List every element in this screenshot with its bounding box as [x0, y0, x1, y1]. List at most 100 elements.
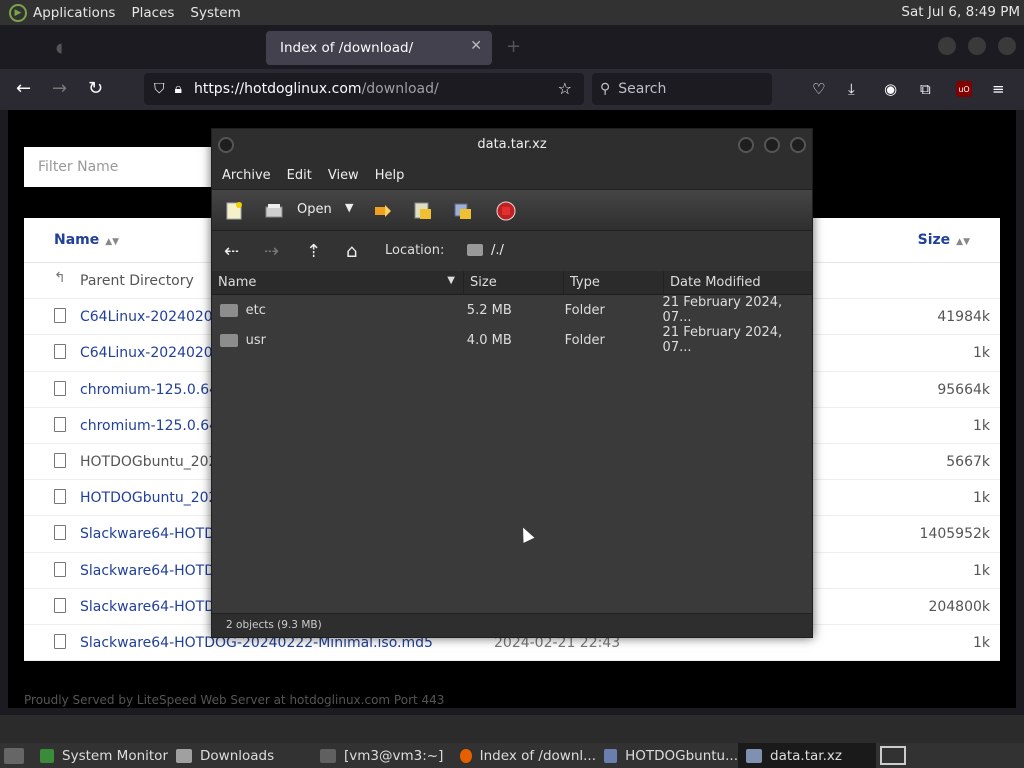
forward-icon[interactable]: ⇢ [264, 241, 279, 262]
menu-icon[interactable]: ≡ [992, 80, 1005, 98]
text-file-icon [54, 489, 66, 505]
add-files-icon[interactable] [413, 201, 433, 221]
forward-icon[interactable]: → [52, 78, 67, 99]
listing-row-size: 1k [972, 345, 990, 362]
tab-title: Index of /download/ [280, 40, 414, 56]
bookmark-star-icon[interactable]: ☆ [558, 79, 572, 98]
home-icon[interactable]: ⌂ [346, 241, 357, 262]
task-firefox[interactable]: Index of /downl... [452, 743, 596, 768]
stop-icon[interactable] [496, 201, 516, 221]
search-bar[interactable]: ⚲ Search [592, 73, 772, 105]
menu-places[interactable]: Places [131, 5, 174, 21]
terminal-icon [320, 748, 336, 763]
shield-icon[interactable]: ⛉ [154, 81, 165, 97]
menu-system[interactable]: System [190, 5, 240, 21]
maximize-window-icon[interactable] [968, 37, 986, 55]
minimize-window-icon[interactable] [938, 37, 956, 55]
file-icon [54, 308, 66, 324]
listing-row-name[interactable]: C64Linux-20240204. [80, 309, 226, 325]
search-placeholder: Search [618, 81, 667, 97]
task-terminal[interactable]: [vm3@vm3:~] [312, 743, 452, 768]
listing-row-name[interactable]: chromium-125.0.642 [80, 418, 227, 434]
file-icon [54, 452, 66, 468]
tab-inactive[interactable]: ◖ [44, 33, 264, 63]
close-window-icon[interactable] [998, 37, 1016, 55]
sort-desc-icon: ▼ [447, 275, 455, 286]
listing-row-name[interactable]: Slackware64-HOTDO [80, 526, 226, 542]
new-tab-icon[interactable]: + [506, 36, 521, 57]
clock[interactable]: Sat Jul 6, 8:49 PM [901, 4, 1020, 20]
file-list-header: Name ▼ Size Type Date Modified [212, 271, 812, 295]
tab-favicon-icon: ◖ [56, 40, 63, 56]
window-menu-icon[interactable] [218, 137, 234, 153]
folder-icon [467, 244, 483, 256]
open-archive-icon[interactable] [264, 201, 284, 221]
lock-icon[interactable]: 🔒︎ [175, 81, 182, 97]
task-downloads[interactable]: Downloads [168, 743, 312, 768]
ublock-icon[interactable]: uO [956, 81, 972, 97]
listing-row-size: 1k [972, 490, 990, 507]
listing-row-size: 1k [972, 417, 990, 434]
listing-row-size: 204800k [928, 598, 990, 615]
open-button-label[interactable]: Open [297, 202, 332, 217]
new-archive-icon[interactable] [224, 201, 244, 221]
add-folder-icon[interactable] [453, 201, 473, 221]
text-file-icon [54, 416, 66, 432]
menu-archive[interactable]: Archive [222, 168, 271, 183]
listing-row-name[interactable]: C64Linux-20240204. [80, 345, 226, 361]
back-icon[interactable]: ← [16, 78, 31, 99]
location-label: Location: [385, 243, 445, 258]
account-icon[interactable]: ◉ [884, 80, 897, 98]
name-column-header[interactable]: Name ▲▼ [54, 232, 119, 248]
distro-logo-icon[interactable]: ▶ [9, 3, 27, 22]
window-titlebar[interactable]: data.tar.xz [212, 129, 812, 161]
menu-view[interactable]: View [328, 168, 359, 183]
reload-icon[interactable]: ↻ [88, 78, 103, 99]
downloads-icon[interactable]: ⤓ [848, 80, 855, 98]
maximize-icon[interactable] [764, 137, 780, 153]
pocket-icon[interactable]: ♡ [812, 80, 825, 98]
extract-icon[interactable] [373, 201, 393, 221]
task-system-monitor[interactable]: System Monitor [32, 743, 168, 768]
search-icon: ⚲ [600, 81, 611, 97]
folder-icon [176, 748, 192, 763]
listing-row-size: 95664k [937, 381, 990, 398]
menu-edit[interactable]: Edit [287, 168, 312, 183]
show-desktop-icon[interactable] [4, 747, 24, 764]
file-row[interactable]: usr 4.0 MB Folder 21 February 2024, 07..… [212, 325, 812, 355]
workspace-switcher-icon[interactable] [880, 746, 906, 765]
system-monitor-icon [40, 748, 55, 763]
back-icon[interactable]: ⇠ [224, 241, 239, 262]
listing-row-name[interactable]: Parent Directory [80, 273, 194, 289]
file-icon [54, 525, 66, 541]
filter-input[interactable]: Filter Name [24, 147, 224, 187]
column-type[interactable]: Type [564, 271, 664, 294]
listing-row-name[interactable]: chromium-125.0.642 [80, 382, 227, 398]
tab-bar: ◖ Index of /download/ ✕ + [0, 25, 1024, 69]
size-column-header[interactable]: Size ▲▼ [918, 232, 970, 248]
column-date-modified[interactable]: Date Modified [664, 271, 812, 294]
file-row[interactable]: etc 5.2 MB Folder 21 February 2024, 07..… [212, 295, 812, 325]
archive-manager-window: data.tar.xz Archive Edit View Help Open … [211, 128, 813, 638]
listing-row-name[interactable]: HOTDOGbuntu_2024 [80, 490, 226, 506]
close-tab-icon[interactable]: ✕ [470, 38, 482, 54]
column-size[interactable]: Size [464, 271, 564, 294]
menu-applications[interactable]: Applications [33, 5, 115, 21]
listing-row-name[interactable]: Slackware64-HOTDO [80, 563, 226, 579]
location-field[interactable]: /./ [467, 236, 803, 264]
listing-row-size: 1405952k [919, 526, 990, 543]
listing-row-name[interactable]: HOTDOGbuntu_2024 [80, 454, 226, 470]
open-dropdown-icon[interactable]: ▼ [345, 201, 353, 214]
tab-active[interactable]: Index of /download/ ✕ [266, 31, 492, 65]
task-data-tar-xz[interactable]: data.tar.xz [738, 743, 876, 768]
url-bar[interactable]: ⛉ 🔒︎ https://hotdoglinux.com/download/ ☆ [144, 73, 584, 105]
close-icon[interactable] [790, 137, 806, 153]
task-hotdogbuntu[interactable]: HOTDOGbuntu... [596, 743, 738, 768]
listing-row-name[interactable]: Slackware64-HOTDO [80, 599, 226, 615]
column-name[interactable]: Name ▼ [212, 271, 464, 294]
menu-help[interactable]: Help [375, 168, 405, 183]
extensions-icon[interactable]: ⧉ [920, 80, 931, 98]
up-icon[interactable]: ⇡ [306, 241, 321, 262]
minimize-icon[interactable] [738, 137, 754, 153]
server-footer: Proudly Served by LiteSpeed Web Server a… [24, 693, 445, 707]
